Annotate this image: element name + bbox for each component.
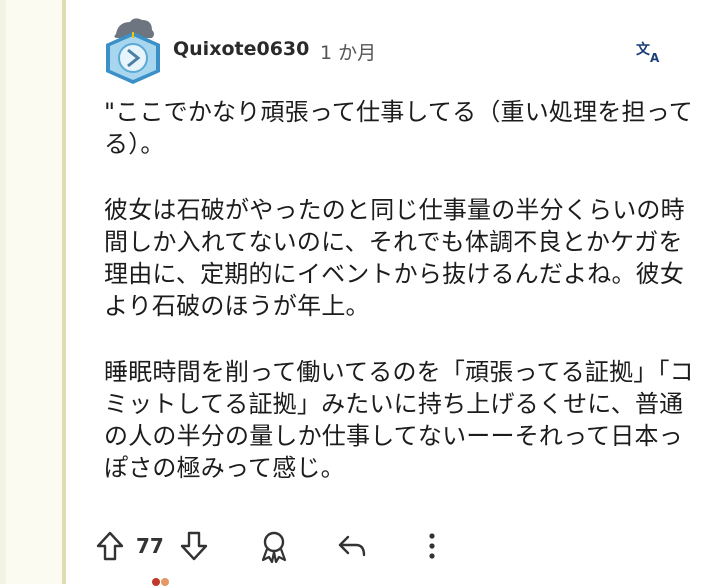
translate-icon[interactable]: 文 A [634, 40, 662, 66]
award-icon [261, 531, 287, 563]
more-dots-icon [429, 533, 435, 559]
reply-button[interactable] [332, 524, 372, 568]
left-gutter [0, 0, 62, 584]
reply-icon [338, 535, 366, 557]
upvote-button[interactable] [92, 524, 128, 568]
username[interactable]: Quixote0630 [173, 38, 309, 60]
left-gutter-edge [0, 0, 6, 584]
avatar-icon[interactable] [104, 14, 162, 84]
comment-timestamp: 1 か月 [320, 42, 377, 64]
comment-paragraph: "ここでかなり頑張って仕事してる（重い処理を担ってる）。 [104, 98, 693, 158]
award-button[interactable] [254, 524, 294, 568]
arrow-up-icon [96, 531, 124, 561]
arrow-down-icon [180, 531, 208, 561]
vote-count: 77 [136, 534, 164, 558]
thread-line[interactable] [62, 0, 66, 584]
svg-text:文: 文 [636, 41, 651, 58]
comment-paragraph: 彼女は石破がやったのと同じ仕事量の半分くらいの時間しか入れてないのに、それでも体… [104, 196, 685, 320]
downvote-button[interactable] [176, 524, 212, 568]
svg-text:A: A [650, 51, 660, 65]
more-options-button[interactable] [412, 524, 452, 568]
comment-body: "ここでかなり頑張って仕事してる（重い処理を担ってる）。 彼女は石破がやったのと… [104, 96, 694, 518]
comment-action-bar: 77 [92, 524, 472, 568]
comment-paragraph: 睡眠時間を削って働いてるのを「頑張ってる証拠」「コミットしてる証拠」みたいに持ち… [104, 358, 694, 482]
